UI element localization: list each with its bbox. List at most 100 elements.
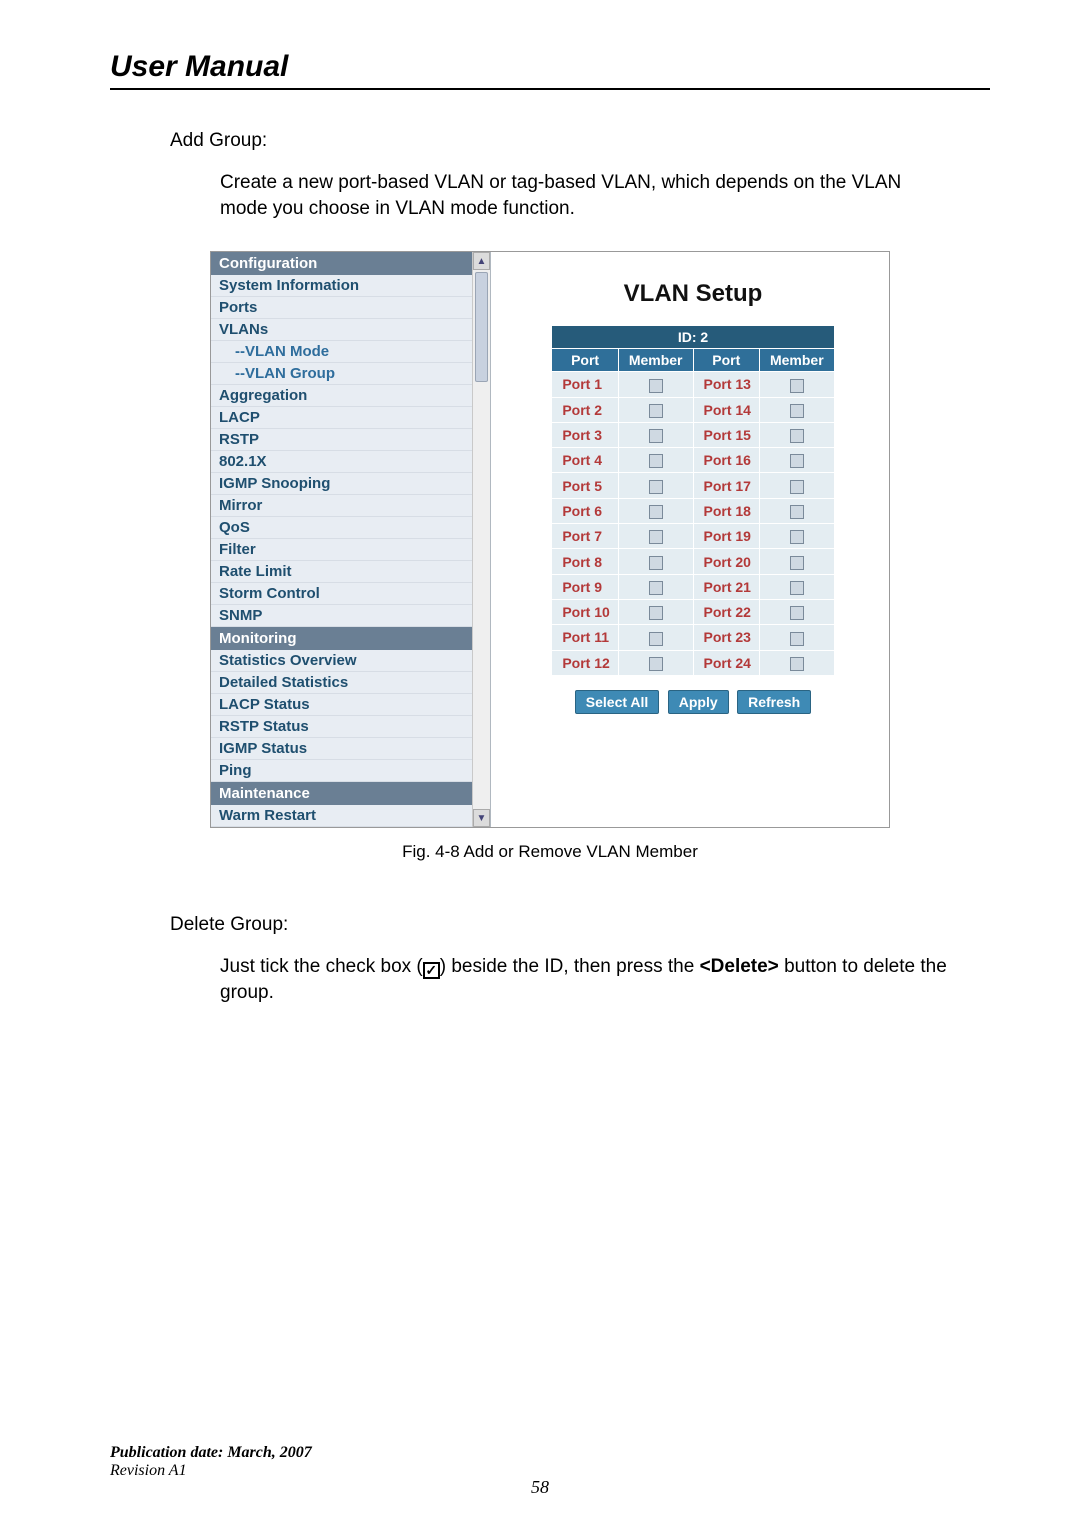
scroll-down-icon[interactable]: ▼ [473,809,490,827]
delete-group-body: Just tick the check box (✓) beside the I… [220,954,950,1005]
vlan-setup-title: VLAN Setup [521,280,865,308]
select-all-button[interactable]: Select All [575,690,660,714]
port-label: Port 17 [693,473,759,498]
nav-rstp-status[interactable]: RSTP Status [211,716,490,738]
port-label: Port 4 [552,448,618,473]
member-checkbox[interactable] [790,657,804,671]
checked-box-icon: ✓ [423,962,440,979]
member-checkbox[interactable] [790,632,804,646]
port-label: Port 23 [693,625,759,650]
nav-vlan-group[interactable]: --VLAN Group [211,363,490,385]
member-cell [618,625,693,650]
nav-warm-restart[interactable]: Warm Restart [211,805,490,827]
nav-aggregation[interactable]: Aggregation [211,385,490,407]
port-label: Port 19 [693,524,759,549]
port-label: Port 3 [552,422,618,447]
member-checkbox[interactable] [649,556,663,570]
member-checkbox[interactable] [649,404,663,418]
member-checkbox[interactable] [649,379,663,393]
port-table: ID: 2 Port Member Port Member Port 1Port… [551,326,834,676]
nav-snmp[interactable]: SNMP [211,605,490,627]
member-checkbox[interactable] [790,429,804,443]
member-checkbox[interactable] [790,404,804,418]
member-checkbox[interactable] [649,657,663,671]
member-cell [759,498,834,523]
nav-vlan-mode[interactable]: --VLAN Mode [211,341,490,363]
delete-group-heading: Delete Group: [170,914,990,936]
member-checkbox[interactable] [790,379,804,393]
port-label: Port 9 [552,574,618,599]
nav-storm-control[interactable]: Storm Control [211,583,490,605]
add-group-heading: Add Group: [170,130,990,152]
member-checkbox[interactable] [790,556,804,570]
member-checkbox[interactable] [649,606,663,620]
table-row: Port 1Port 13 [552,372,834,397]
table-row: Port 6Port 18 [552,498,834,523]
nav-filter[interactable]: Filter [211,539,490,561]
member-checkbox[interactable] [790,505,804,519]
member-checkbox[interactable] [649,581,663,595]
nav-ping[interactable]: Ping [211,760,490,782]
scroll-thumb[interactable] [475,272,488,382]
nav-8021x[interactable]: 802.1X [211,451,490,473]
member-checkbox[interactable] [649,530,663,544]
port-label: Port 24 [693,650,759,675]
nav-rate-limit[interactable]: Rate Limit [211,561,490,583]
vlan-id-header: ID: 2 [552,326,834,349]
member-checkbox[interactable] [649,454,663,468]
title-rule [110,88,990,90]
member-cell [618,422,693,447]
member-cell [759,549,834,574]
nav-header-monitoring: Monitoring [211,627,490,650]
nav-lacp[interactable]: LACP [211,407,490,429]
nav-detailed-statistics[interactable]: Detailed Statistics [211,672,490,694]
port-label: Port 7 [552,524,618,549]
member-cell [759,422,834,447]
table-row: Port 9Port 21 [552,574,834,599]
table-row: Port 8Port 20 [552,549,834,574]
member-checkbox[interactable] [649,505,663,519]
member-cell [618,448,693,473]
member-cell [759,625,834,650]
member-checkbox[interactable] [649,480,663,494]
nav-vlans[interactable]: VLANs [211,319,490,341]
nav-ports[interactable]: Ports [211,297,490,319]
nav-scrollbar[interactable]: ▲ ▼ [472,252,490,827]
port-label: Port 2 [552,397,618,422]
delete-text-post: ) beside the ID, then press the [440,956,700,977]
member-checkbox[interactable] [649,632,663,646]
member-checkbox[interactable] [790,581,804,595]
nav-statistics-overview[interactable]: Statistics Overview [211,650,490,672]
member-checkbox[interactable] [790,530,804,544]
port-label: Port 14 [693,397,759,422]
member-checkbox[interactable] [790,480,804,494]
port-label: Port 1 [552,372,618,397]
member-cell [759,650,834,675]
nav-qos[interactable]: QoS [211,517,490,539]
table-row: Port 12 Port 24 [552,650,834,675]
nav-lacp-status[interactable]: LACP Status [211,694,490,716]
table-row: Port 4Port 16 [552,448,834,473]
table-row: Port 7 Port 19 [552,524,834,549]
member-checkbox[interactable] [790,606,804,620]
apply-button[interactable]: Apply [668,690,729,714]
col-port-1: Port [552,349,618,372]
port-label: Port 12 [552,650,618,675]
footer: Publication date: March, 2007 Revision A… [110,1444,312,1480]
refresh-button[interactable]: Refresh [737,690,811,714]
scroll-up-icon[interactable]: ▲ [473,252,490,270]
delete-text-pre: Just tick the check box ( [220,956,423,977]
member-checkbox[interactable] [649,429,663,443]
nav-mirror[interactable]: Mirror [211,495,490,517]
member-checkbox[interactable] [790,454,804,468]
port-label: Port 5 [552,473,618,498]
nav-sidebar: Configuration System Information Ports V… [211,252,491,827]
nav-system-information[interactable]: System Information [211,275,490,297]
nav-igmp-snooping[interactable]: IGMP Snooping [211,473,490,495]
publication-date: Publication date: March, 2007 [110,1444,312,1462]
nav-igmp-status[interactable]: IGMP Status [211,738,490,760]
nav-rstp[interactable]: RSTP [211,429,490,451]
port-label: Port 18 [693,498,759,523]
member-cell [618,549,693,574]
page-number: 58 [0,1477,1080,1498]
